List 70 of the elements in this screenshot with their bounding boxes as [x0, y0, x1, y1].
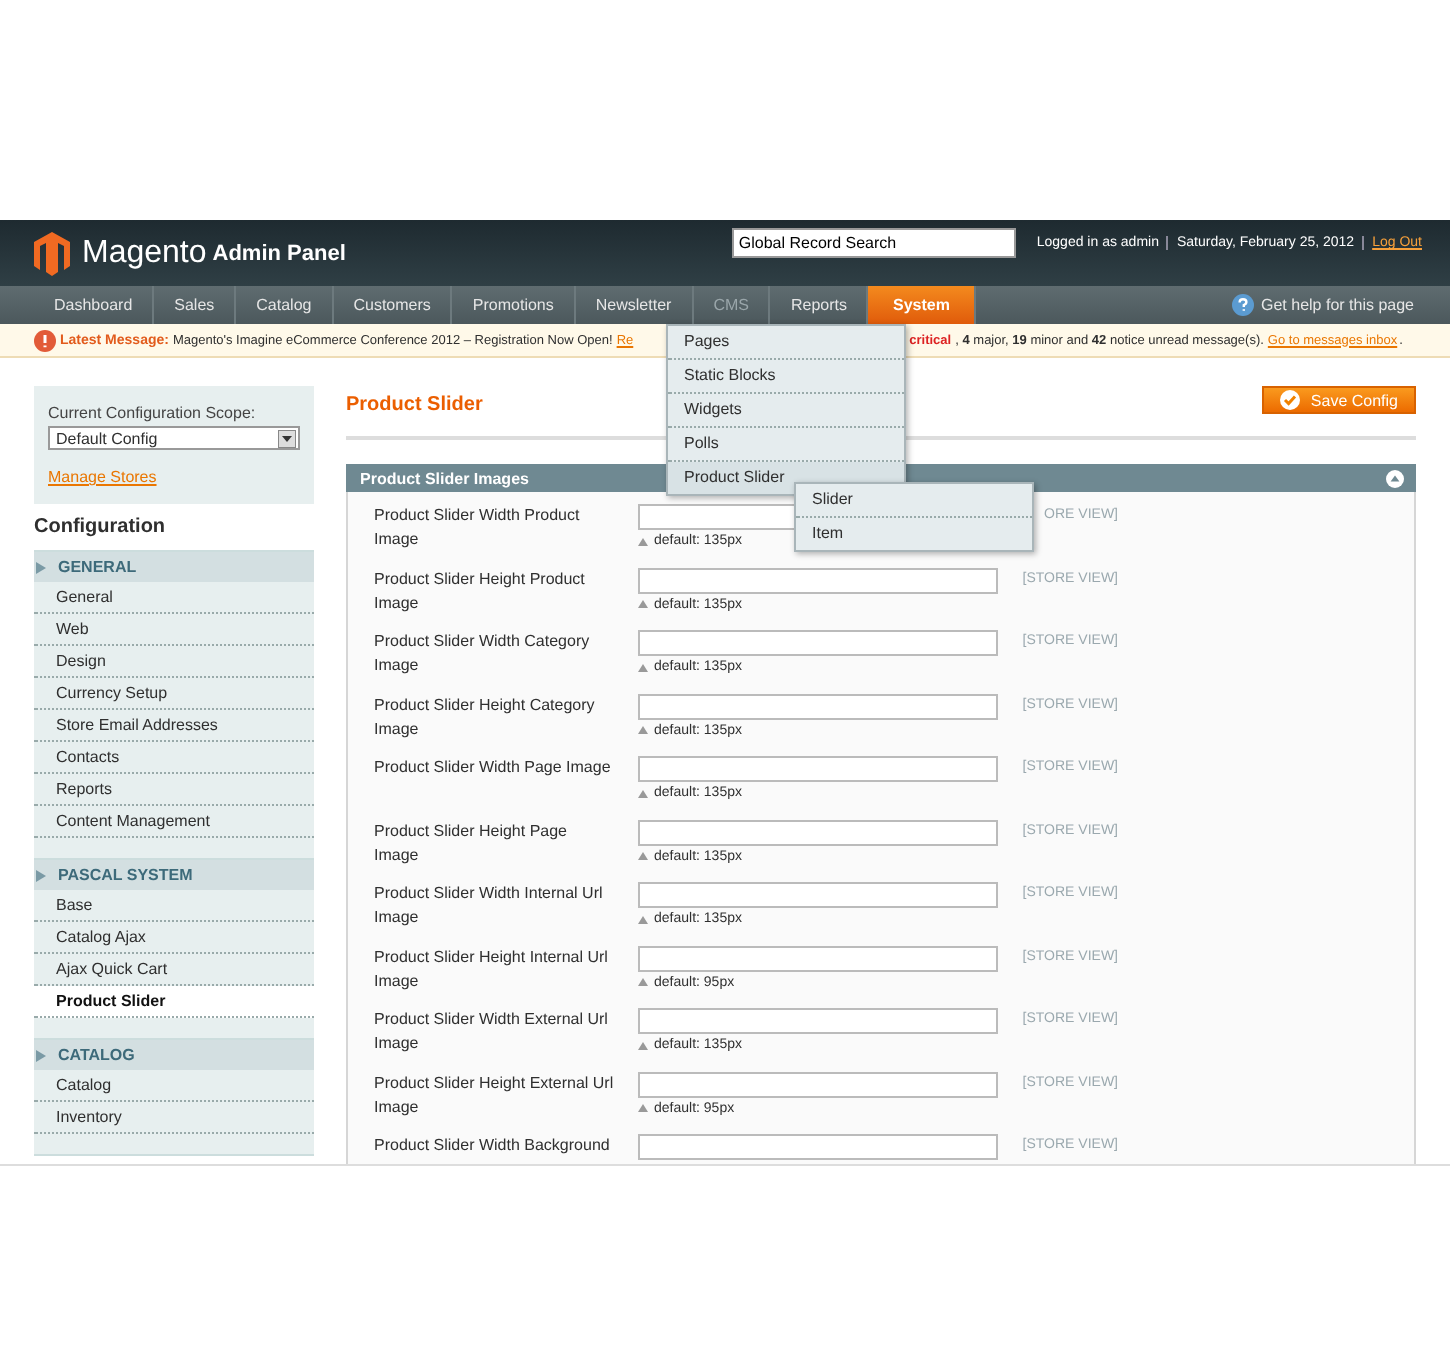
input-field[interactable]	[638, 567, 998, 593]
logo-subtitle: Admin Panel	[212, 241, 346, 265]
check-icon	[1280, 390, 1301, 410]
group-header[interactable]: GENERAL	[34, 552, 314, 582]
sidebar-item[interactable]: Contacts	[34, 742, 314, 774]
caret-up-icon	[638, 789, 648, 797]
input-field[interactable]	[638, 945, 998, 971]
menu-item[interactable]: Pages	[668, 326, 904, 360]
caret-up-icon	[638, 1104, 648, 1112]
group-header[interactable]: PASCAL SYSTEM	[34, 860, 314, 890]
input-field[interactable]	[638, 882, 998, 908]
scope-select[interactable]: Default Config	[48, 426, 300, 450]
menu-item[interactable]: Slider	[796, 484, 1032, 518]
group-label: PASCAL SYSTEM	[58, 866, 193, 884]
sidebar-item[interactable]: Currency Setup	[34, 678, 314, 710]
field-label: Product Slider Width Page Image	[374, 756, 613, 780]
section-title: Product Slider Images	[360, 469, 529, 487]
input-field[interactable]	[638, 756, 998, 782]
caret-up-icon	[638, 726, 648, 734]
search-field[interactable]: Global Record Search	[732, 228, 1017, 258]
caret-up-icon	[638, 600, 648, 608]
caret-up-icon	[638, 852, 648, 860]
logo-icon	[34, 231, 70, 275]
menu-item[interactable]: Static Blocks	[668, 360, 904, 394]
field-label: Product Slider Width Product Image	[374, 504, 582, 552]
field-label: Product Slider Width Category Image	[374, 630, 592, 678]
dropdown-arrow-icon	[278, 429, 296, 447]
field-label: Product Slider Height Product Image	[374, 567, 587, 616]
field-label: Product Slider Width External Url Image	[374, 1008, 610, 1056]
alert-icon	[34, 329, 56, 351]
group-header[interactable]: CATALOG	[34, 1040, 314, 1070]
input-field[interactable]	[638, 819, 998, 845]
field-label: Product Slider Width Internal Url Image	[374, 882, 605, 930]
expand-arrow-icon	[36, 869, 46, 881]
input-field[interactable]	[638, 693, 998, 719]
help-icon	[1231, 294, 1253, 316]
input-field[interactable]	[638, 1134, 998, 1160]
caret-up-icon	[638, 978, 648, 986]
menu-item[interactable]: Widgets	[668, 394, 904, 428]
sidebar-item[interactable]: Design	[34, 646, 314, 678]
caret-up-icon	[638, 1041, 648, 1049]
scope-label: Current Configuration Scope:	[48, 404, 258, 422]
field-label: Product Slider Height Category Image	[374, 693, 597, 742]
help-link[interactable]: Get help for this page	[1261, 296, 1414, 314]
field-label: Product Slider Height Page Image	[374, 819, 569, 868]
page-title: Product Slider	[346, 394, 483, 416]
sidebar-item[interactable]: Store Email Addresses	[34, 710, 314, 742]
group-label: CATALOG	[58, 1046, 135, 1064]
sidebar-item[interactable]: Reports	[34, 774, 314, 806]
sidebar-item[interactable]: Base	[34, 890, 314, 922]
sidebar-item[interactable]: Catalog Ajax	[34, 922, 314, 954]
field-label: Product Slider Width Background	[374, 1134, 612, 1158]
input-field[interactable]	[638, 1008, 998, 1034]
expand-arrow-icon	[36, 561, 46, 573]
sidebar-item[interactable]: General	[34, 582, 314, 614]
sidebar-item[interactable]: Product Slider	[34, 986, 314, 1018]
caret-up-icon	[638, 663, 648, 671]
field-label: Product Slider Height Internal Url Image	[374, 945, 610, 994]
logo-text: Magento	[82, 235, 207, 271]
sidebar-item[interactable]: Web	[34, 614, 314, 646]
collapse-icon[interactable]	[1386, 469, 1404, 487]
caret-up-icon	[638, 537, 648, 545]
input-field[interactable]	[638, 630, 998, 656]
field-label: Product Slider Height External Url Image	[374, 1071, 614, 1120]
expand-arrow-icon	[36, 1049, 46, 1061]
menu-item[interactable]: Item	[796, 518, 1032, 550]
input-field[interactable]	[638, 1071, 998, 1097]
sidebar-item[interactable]: Catalog	[34, 1070, 314, 1102]
group-label: GENERAL	[58, 558, 137, 576]
caret-up-icon	[638, 915, 648, 923]
